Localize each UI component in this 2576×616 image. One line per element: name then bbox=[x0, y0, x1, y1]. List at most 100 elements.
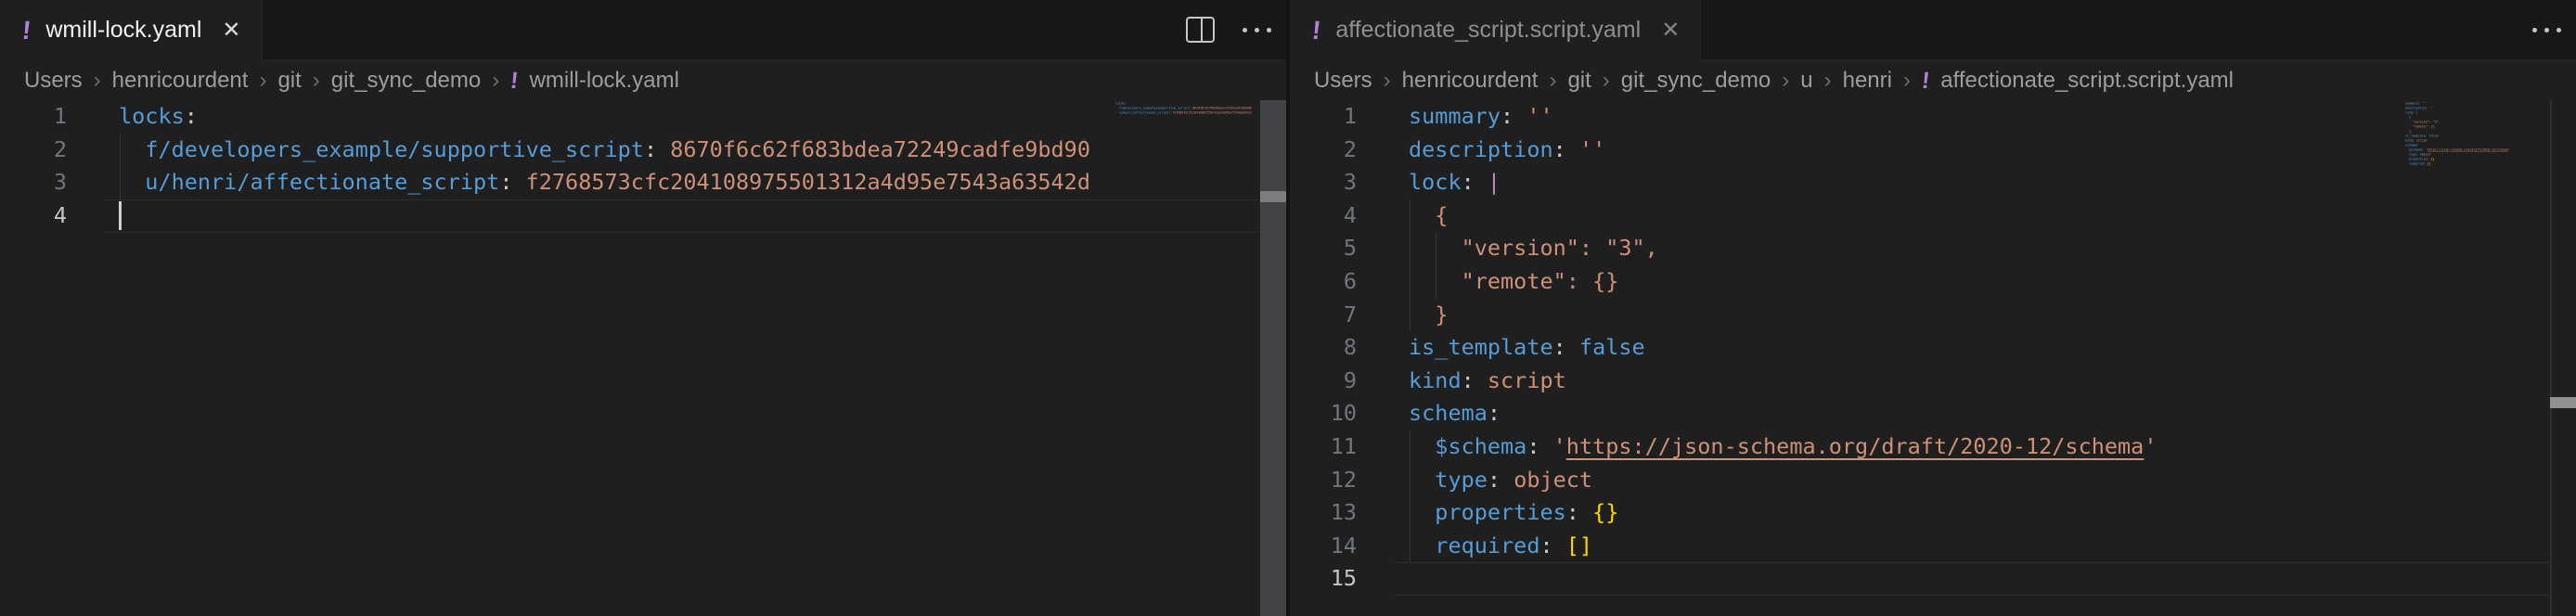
code-text: locks: bbox=[119, 100, 1114, 134]
line-number: 2 bbox=[0, 134, 67, 167]
close-tab-icon[interactable]: ✕ bbox=[1661, 17, 1680, 44]
code-text: } bbox=[1409, 299, 2403, 332]
code-text: kind: script bbox=[1409, 365, 2403, 398]
code-line: 9 kind: script bbox=[1290, 365, 2576, 398]
tab-bar-right: ! affectionate_script.script.yaml ✕ bbox=[1290, 0, 2576, 60]
breadcrumb: Users›henricourdent›git›git_sync_demo›!w… bbox=[0, 60, 1286, 101]
code-text: type: object bbox=[1409, 464, 2403, 497]
code-line: 1 locks: bbox=[0, 100, 1286, 134]
line-number: 7 bbox=[1290, 299, 1357, 332]
overview-ruler-cursor-mark bbox=[1260, 191, 1286, 202]
code-text: properties: {} bbox=[1409, 496, 2403, 530]
breadcrumb-item[interactable]: git bbox=[277, 68, 301, 94]
vscode-window: ! wmill-lock.yaml ✕ Users › henricourdent ›… bbox=[0, 0, 2576, 616]
line-number: 15 bbox=[1290, 562, 1357, 596]
breadcrumb-item[interactable]: Users bbox=[1314, 68, 1372, 94]
chevron-right-icon: › bbox=[492, 68, 499, 94]
tab-label: affectionate_script.script.yaml bbox=[1335, 17, 1641, 44]
code-line: 2 description: '' bbox=[1290, 134, 2576, 167]
breadcrumb-item[interactable]: henricourdent bbox=[112, 68, 249, 94]
chevron-right-icon: › bbox=[1782, 68, 1789, 94]
editor-group-right: ! affectionate_script.script.yaml ✕ User… bbox=[1290, 0, 2576, 616]
chevron-right-icon: › bbox=[1824, 68, 1832, 94]
code-line: 11 $schema: 'https://json-schema.org/dra… bbox=[1290, 430, 2576, 464]
code-text: $schema: 'https://json-schema.org/draft/… bbox=[1409, 430, 2403, 464]
code-line: 13 properties: {} bbox=[1290, 496, 2576, 530]
code-line: 5 "version": "3", bbox=[1290, 232, 2576, 265]
line-number: 9 bbox=[1290, 365, 1357, 398]
chevron-right-icon: › bbox=[1549, 68, 1556, 94]
line-number: 3 bbox=[0, 166, 67, 199]
code-text: summary: '' bbox=[1409, 100, 2403, 134]
text-cursor bbox=[119, 201, 122, 230]
breadcrumb-item[interactable]: henricourdent bbox=[1402, 68, 1539, 94]
tab-wmill-lock[interactable]: ! wmill-lock.yaml ✕ bbox=[0, 0, 263, 60]
line-number: 13 bbox=[1290, 496, 1357, 530]
code-text: is_template: false bbox=[1409, 331, 2403, 365]
line-number: 12 bbox=[1290, 464, 1357, 497]
code-line: 4 bbox=[0, 199, 1286, 233]
line-number: 4 bbox=[1290, 199, 1357, 233]
line-number: 11 bbox=[1290, 430, 1357, 464]
line-number: 3 bbox=[1290, 166, 1357, 199]
tab-label: wmill-lock.yaml bbox=[45, 17, 201, 44]
line-number: 1 bbox=[0, 100, 67, 134]
code-line: 15 bbox=[1290, 562, 2576, 596]
code-text: "remote": {} bbox=[1409, 265, 2403, 299]
current-line-highlight bbox=[1394, 562, 2550, 596]
breadcrumb-item[interactable]: u bbox=[1800, 68, 1812, 94]
close-tab-icon[interactable]: ✕ bbox=[222, 17, 240, 44]
code-line: 4 { bbox=[1290, 199, 2576, 233]
breadcrumb-item[interactable]: git_sync_demo bbox=[331, 68, 481, 94]
code-text: { bbox=[1409, 199, 2403, 233]
breadcrumb: Users › henricourdent › git › git_sync_demo › u ›… bbox=[1290, 60, 2576, 101]
more-actions-icon[interactable] bbox=[2532, 19, 2561, 41]
current-line-highlight bbox=[104, 199, 1260, 233]
breadcrumb-file-name[interactable]: affectionate_script.script.yaml bbox=[1940, 68, 2234, 94]
tab-bar-left: ! wmill-lock.yaml ✕ bbox=[0, 0, 1286, 60]
editor-actions-right bbox=[2532, 0, 2561, 59]
code-editor-right[interactable]: summary: ''description: ''lock: | { "ver… bbox=[1290, 100, 2576, 616]
code-text: f/developers_example/supportive_script: … bbox=[119, 134, 1114, 167]
code-line: 10 schema: bbox=[1290, 397, 2576, 430]
code-editor-left[interactable]: locks: f/developers_example/supportive_s… bbox=[0, 100, 1286, 616]
chevron-right-icon: › bbox=[1384, 68, 1391, 94]
code-line: 7 } bbox=[1290, 299, 2576, 332]
code-line: 3 lock: | bbox=[1290, 166, 2576, 199]
chevron-right-icon: › bbox=[259, 68, 266, 94]
editor-actions-left bbox=[1186, 0, 1271, 59]
code-text: description: '' bbox=[1409, 134, 2403, 167]
line-number: 6 bbox=[1290, 265, 1357, 299]
code-line: 14 required: [] bbox=[1290, 530, 2576, 563]
code-text: schema: bbox=[1409, 397, 2403, 430]
breadcrumb-item[interactable]: henri bbox=[1843, 68, 1892, 94]
yaml-file-icon: ! bbox=[1920, 68, 1930, 95]
chevron-right-icon: › bbox=[1903, 68, 1911, 94]
code-line: 3 u/henri/affectionate_script: f2768573c… bbox=[0, 166, 1286, 199]
tab-affectionate-script[interactable]: ! affectionate_script.script.yaml ✕ bbox=[1290, 0, 1701, 60]
line-number: 14 bbox=[1290, 530, 1357, 563]
code-line: 6 "remote": {} bbox=[1290, 265, 2576, 299]
line-number: 2 bbox=[1290, 134, 1357, 167]
chevron-right-icon: › bbox=[313, 68, 320, 94]
code-text: u/henri/affectionate_script: f2768573cfc… bbox=[119, 166, 1114, 199]
line-number: 5 bbox=[1290, 232, 1357, 265]
code-text: "version": "3", bbox=[1409, 232, 2403, 265]
line-number: 10 bbox=[1290, 397, 1357, 430]
code-line: 12 type: object bbox=[1290, 464, 2576, 497]
code-text: lock: | bbox=[1409, 166, 2403, 199]
code-line: 1 summary: '' bbox=[1290, 100, 2576, 134]
more-actions-icon[interactable] bbox=[1243, 19, 1271, 41]
breadcrumb-file-name[interactable]: wmill-lock.yaml bbox=[530, 68, 679, 94]
chevron-right-icon: › bbox=[94, 68, 101, 94]
split-editor-icon[interactable] bbox=[1186, 17, 1215, 43]
code-line: 8 is_template: false bbox=[1290, 331, 2576, 365]
breadcrumb-item[interactable]: git_sync_demo bbox=[1621, 68, 1771, 94]
editor-group-left: ! wmill-lock.yaml ✕ Users › henricourdent ›… bbox=[0, 0, 1286, 616]
code-line: 2 f/developers_example/supportive_script… bbox=[0, 134, 1286, 167]
breadcrumb-item[interactable]: Users bbox=[24, 68, 83, 94]
line-number: 8 bbox=[1290, 331, 1357, 365]
yaml-file-icon: ! bbox=[20, 16, 32, 45]
breadcrumb-item[interactable]: git bbox=[1567, 68, 1591, 94]
line-number: 1 bbox=[1290, 100, 1357, 134]
